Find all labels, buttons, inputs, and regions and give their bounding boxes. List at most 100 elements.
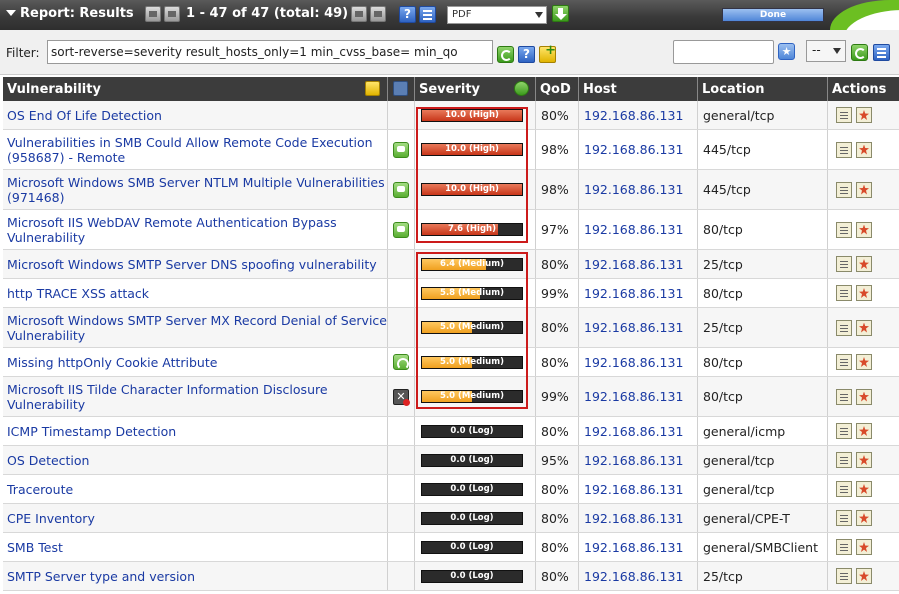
filter-name-input[interactable] — [673, 40, 774, 64]
download-icon[interactable] — [552, 5, 569, 22]
list-view-icon[interactable] — [419, 6, 436, 23]
add-override-icon[interactable] — [856, 107, 872, 123]
column-vulnerability[interactable]: Vulnerability — [3, 77, 388, 101]
host-link[interactable]: 192.168.86.131 — [584, 182, 683, 197]
power-icon[interactable] — [514, 81, 529, 96]
add-override-icon[interactable] — [856, 181, 872, 198]
add-override-icon[interactable] — [856, 423, 872, 439]
host-link[interactable]: 192.168.86.131 — [584, 511, 683, 526]
add-note-icon[interactable] — [836, 181, 852, 198]
host-link[interactable]: 192.168.86.131 — [584, 355, 683, 370]
vulnerability-link[interactable]: Traceroute — [7, 482, 73, 497]
vulnerability-link[interactable]: SMB Test — [7, 540, 63, 555]
host-link[interactable]: 192.168.86.131 — [584, 142, 683, 157]
new-filter-icon[interactable] — [539, 43, 556, 63]
filters-list-icon[interactable] — [873, 44, 890, 61]
previous-page-icon[interactable] — [164, 6, 180, 22]
host-link[interactable]: 192.168.86.131 — [584, 257, 683, 272]
qod-cell: 95% — [536, 446, 579, 474]
add-override-icon[interactable] — [856, 285, 872, 301]
filter-help-icon[interactable]: ? — [518, 46, 535, 63]
vulnerability-link[interactable]: OS End Of Life Detection — [7, 108, 162, 123]
add-note-icon[interactable] — [836, 510, 852, 526]
vulnerability-link[interactable]: Microsoft Windows SMTP Server MX Record … — [7, 313, 387, 343]
severity-label: 10.0 (High) — [445, 184, 499, 194]
host-link[interactable]: 192.168.86.131 — [584, 453, 683, 468]
save-filter-icon[interactable]: ★ — [778, 43, 795, 60]
vulnerability-link[interactable]: Microsoft Windows SMTP Server DNS spoofi… — [7, 257, 377, 272]
host-link[interactable]: 192.168.86.131 — [584, 424, 683, 439]
note-icon[interactable] — [393, 181, 409, 198]
note-icon[interactable] — [393, 141, 409, 158]
add-override-icon[interactable] — [856, 256, 872, 272]
next-page-icon[interactable] — [351, 6, 367, 22]
add-note-icon[interactable] — [836, 285, 852, 301]
add-override-icon[interactable] — [856, 539, 872, 555]
host-link[interactable]: 192.168.86.131 — [584, 569, 683, 584]
add-note-icon[interactable] — [836, 481, 852, 497]
host-link[interactable]: 192.168.86.131 — [584, 389, 683, 404]
vulnerability-link[interactable]: OS Detection — [7, 453, 89, 468]
collapse-arrow-icon[interactable] — [6, 10, 16, 16]
saved-filter-select[interactable]: -- — [806, 40, 846, 62]
vulnerability-link[interactable]: Microsoft IIS WebDAV Remote Authenticati… — [7, 215, 387, 245]
vulnerability-link[interactable]: SMTP Server type and version — [7, 569, 195, 584]
add-note-icon[interactable] — [836, 256, 852, 272]
add-note-icon[interactable] — [365, 81, 380, 96]
add-override-icon[interactable] — [856, 141, 872, 158]
add-override-icon[interactable] — [856, 354, 872, 370]
add-override-icon[interactable] — [856, 221, 872, 238]
actions-cell — [828, 130, 899, 169]
note-indicator-cell — [388, 475, 415, 503]
apply-saved-filter-icon[interactable] — [851, 44, 868, 61]
add-note-icon[interactable] — [836, 423, 852, 439]
false-positive-icon[interactable]: ✕ — [393, 388, 410, 406]
add-override-icon[interactable] — [856, 319, 872, 336]
add-note-icon[interactable] — [836, 107, 852, 123]
filter-input[interactable]: sort-reverse=severity result_hosts_only=… — [47, 40, 493, 64]
column-host[interactable]: Host — [579, 77, 698, 101]
table-row: Microsoft Windows SMB Server NTLM Multip… — [3, 170, 899, 210]
note-icon[interactable] — [393, 221, 409, 238]
host-link[interactable]: 192.168.86.131 — [584, 482, 683, 497]
qod-value: 97% — [541, 222, 569, 237]
last-page-icon[interactable] — [370, 6, 386, 22]
add-note-icon[interactable] — [836, 539, 852, 555]
add-note-icon[interactable] — [836, 319, 852, 336]
puzzle-icon — [393, 81, 408, 96]
add-override-icon[interactable] — [856, 481, 872, 497]
host-link[interactable]: 192.168.86.131 — [584, 108, 683, 123]
first-page-icon[interactable] — [145, 6, 161, 22]
add-note-icon[interactable] — [836, 141, 852, 158]
progress-label: Done — [759, 10, 787, 20]
column-location[interactable]: Location — [698, 77, 828, 101]
vulnerability-link[interactable]: Missing httpOnly Cookie Attribute — [7, 355, 217, 370]
vulnerability-link[interactable]: ICMP Timestamp Detection — [7, 424, 176, 439]
add-override-icon[interactable] — [856, 510, 872, 526]
qod-value: 80% — [541, 510, 569, 526]
add-override-icon[interactable] — [856, 452, 872, 468]
severity-label: 0.0 (Log) — [450, 570, 494, 581]
vulnerability-link[interactable]: http TRACE XSS attack — [7, 286, 149, 301]
vulnerability-link[interactable]: Vulnerabilities in SMB Could Allow Remot… — [7, 135, 387, 165]
vulnerability-link[interactable]: Microsoft Windows SMB Server NTLM Multip… — [7, 175, 387, 205]
add-note-icon[interactable] — [836, 221, 852, 238]
host-link[interactable]: 192.168.86.131 — [584, 540, 683, 555]
vulnerability-link[interactable]: Microsoft IIS Tilde Character Informatio… — [7, 382, 387, 412]
add-note-icon[interactable] — [836, 452, 852, 468]
add-override-icon[interactable] — [856, 568, 872, 584]
report-format-select[interactable]: PDF — [447, 6, 547, 24]
column-qod[interactable]: QoD — [536, 77, 579, 101]
vulnerability-link[interactable]: CPE Inventory — [7, 511, 95, 526]
add-note-icon[interactable] — [836, 388, 852, 405]
add-note-icon[interactable] — [836, 568, 852, 584]
column-severity[interactable]: Severity — [415, 77, 536, 101]
help-icon[interactable]: ? — [399, 6, 416, 23]
host-link[interactable]: 192.168.86.131 — [584, 320, 683, 335]
add-override-icon[interactable] — [856, 388, 872, 405]
host-link[interactable]: 192.168.86.131 — [584, 222, 683, 237]
override-icon[interactable] — [393, 354, 409, 370]
add-note-icon[interactable] — [836, 354, 852, 370]
refresh-filter-icon[interactable] — [497, 46, 514, 63]
host-link[interactable]: 192.168.86.131 — [584, 286, 683, 301]
